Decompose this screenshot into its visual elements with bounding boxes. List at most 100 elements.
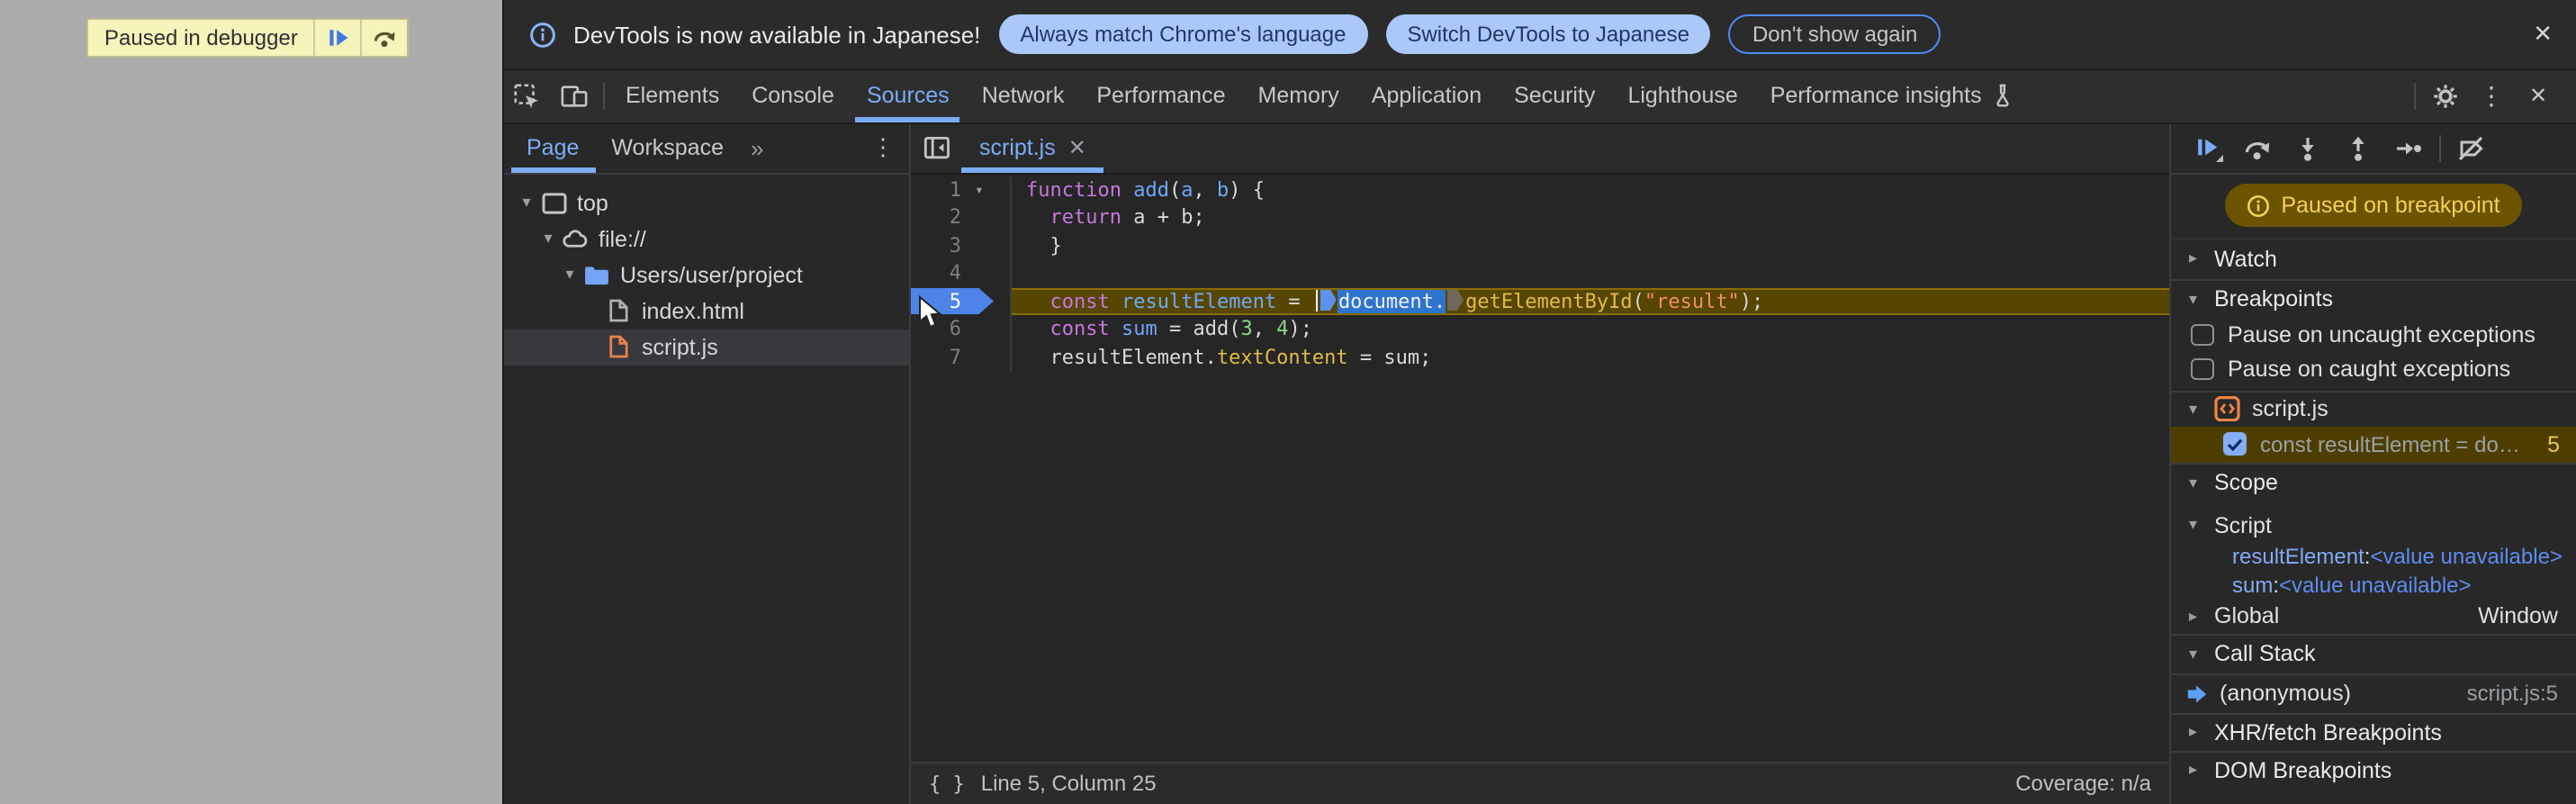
resume-button[interactable] — [2182, 123, 2232, 172]
line-number-gutter[interactable]: 4 — [911, 259, 1010, 287]
resume-dropdown-corner — [2216, 154, 2223, 161]
tree-item-top[interactable]: ▾ top — [503, 185, 909, 221]
pause-uncaught-exceptions-row[interactable]: Pause on uncaught exceptions — [2171, 318, 2576, 352]
code-editor[interactable]: 1 ▾ function add(a, b) {2 return a + b; 3 }… — [911, 174, 2169, 761]
expand-arrow-icon[interactable]: ▾ — [557, 265, 582, 285]
more-options-button[interactable]: ⋮ — [2468, 81, 2515, 112]
collapsed-arrow-icon: ▸ — [2189, 760, 2198, 778]
deactivate-breakpoints-button[interactable] — [2446, 123, 2497, 172]
tree-item-file-scheme[interactable]: ▾ file:// — [503, 221, 909, 257]
close-tab-icon[interactable]: ✕ — [1068, 135, 1086, 160]
cloud-icon — [561, 226, 590, 251]
navigator-menu-icon[interactable]: ⋮ — [871, 123, 909, 172]
call-stack-frame[interactable]: (anonymous) script.js:5 — [2171, 673, 2576, 712]
navigator-more-tabs-icon[interactable]: » — [740, 123, 774, 172]
paused-in-debugger-banner: Paused in debugger — [86, 18, 410, 58]
deactivate-breakpoints-icon — [2458, 135, 2483, 160]
tree-item-project-folder[interactable]: ▾ Users/user/project — [503, 257, 909, 293]
section-breakpoints[interactable]: ▾ Breakpoints — [2171, 278, 2576, 318]
code-line-text[interactable]: return a + b; — [1010, 203, 2169, 231]
always-match-language-button[interactable]: Always match Chrome's language — [998, 14, 1368, 54]
code-line-text[interactable]: const resultElement = document. getElemen… — [1010, 287, 2169, 315]
section-watch[interactable]: ▸ Watch — [2171, 239, 2576, 278]
tab-performance-insights[interactable]: Performance insights — [1754, 70, 2031, 122]
tab-sources[interactable]: Sources — [851, 70, 966, 122]
code-line-text[interactable]: const sum = add(3, 4); — [1010, 315, 2169, 343]
devtools-tabbar: Elements Console Sources Network Perform… — [503, 70, 2576, 123]
editor-tab-script-js[interactable]: script.js ✕ — [961, 123, 1105, 172]
collapsed-arrow-icon: ▸ — [2189, 606, 2198, 624]
fold-arrow-icon[interactable]: ▾ — [961, 176, 997, 203]
line-number-gutter[interactable]: 7 — [911, 343, 1010, 371]
inspect-element-button[interactable] — [503, 70, 550, 122]
code-token: const — [1049, 317, 1110, 340]
breakpoint-entry[interactable]: const resultElement = doc… 5 — [2171, 426, 2576, 462]
toggle-navigator-button[interactable] — [911, 123, 961, 172]
code-token: "result" — [1644, 289, 1740, 312]
scope-variable[interactable]: sum: <value unavailable> — [2171, 570, 2576, 599]
gear-icon — [2433, 84, 2456, 108]
navigator-tab-workspace[interactable]: Workspace — [595, 123, 740, 172]
code-line-text[interactable]: resultElement.textContent = sum; — [1010, 343, 2169, 371]
section-scope[interactable]: ▾ Scope — [2171, 462, 2576, 501]
breakpoint-file-group[interactable]: ▾ script.js — [2171, 390, 2576, 426]
line-number-gutter[interactable]: 3 — [911, 231, 1010, 259]
checkbox-checked[interactable] — [2223, 432, 2246, 456]
section-dom-breakpoints[interactable]: ▸ DOM Breakpoints — [2171, 750, 2576, 788]
code-token: = add( — [1157, 317, 1241, 340]
step-icon — [2397, 141, 2421, 154]
scope-script-group[interactable]: ▾ Script — [2171, 509, 2576, 541]
tab-memory[interactable]: Memory — [1242, 70, 1356, 122]
resume-script-button[interactable] — [313, 20, 361, 56]
code-line-text[interactable]: } — [1010, 231, 2169, 259]
step-into-button[interactable] — [2283, 123, 2333, 172]
expand-arrow-icon[interactable]: ▾ — [514, 193, 539, 212]
section-call-stack[interactable]: ▾ Call Stack — [2171, 633, 2576, 673]
code-line-text[interactable] — [1010, 259, 2169, 287]
tab-security[interactable]: Security — [1498, 70, 1611, 122]
step-button[interactable] — [2383, 123, 2434, 172]
switch-to-japanese-button[interactable]: Switch DevTools to Japanese — [1385, 14, 1711, 54]
breakpoint-snippet: const resultElement = doc… — [2260, 431, 2526, 456]
frame-location: script.js:5 — [2466, 681, 2558, 706]
code-token: ); — [1288, 317, 1312, 340]
device-toolbar-button[interactable] — [550, 70, 597, 122]
tab-elements[interactable]: Elements — [609, 70, 735, 122]
infobar-close-icon[interactable]: ✕ — [2533, 20, 2553, 49]
section-xhr-breakpoints[interactable]: ▸ XHR/fetch Breakpoints — [2171, 712, 2576, 750]
tab-lighthouse[interactable]: Lighthouse — [1611, 70, 1753, 122]
step-out-button[interactable] — [2333, 123, 2383, 172]
tab-application[interactable]: Application — [1356, 70, 1498, 122]
pause-caught-exceptions-row[interactable]: Pause on caught exceptions — [2171, 352, 2576, 386]
close-devtools-button[interactable]: ✕ — [2515, 84, 2562, 109]
scope-global-group[interactable]: ▸ Global Window — [2171, 599, 2576, 633]
scope-variable[interactable]: resultElement: <value unavailable> — [2171, 541, 2576, 570]
expand-arrow-icon[interactable]: ▾ — [536, 229, 561, 248]
settings-button[interactable] — [2421, 83, 2468, 110]
code-token: ) { — [1229, 177, 1265, 201]
step-over-button[interactable] — [2232, 123, 2283, 172]
tab-network[interactable]: Network — [966, 70, 1081, 122]
tree-item-script-js[interactable]: script.js — [503, 329, 909, 365]
checkbox-unchecked[interactable] — [2191, 357, 2213, 381]
dont-show-again-button[interactable]: Don't show again — [1728, 14, 1941, 54]
frame-icon — [539, 190, 568, 215]
step-over-banner-button[interactable] — [360, 20, 408, 56]
tree-item-index-html[interactable]: index.html — [503, 293, 909, 329]
code-line-text[interactable]: function add(a, b) { — [1010, 176, 2169, 203]
code-token: } — [1026, 233, 1062, 257]
tab-console[interactable]: Console — [735, 70, 851, 122]
inline-step-marker-grey-icon[interactable] — [1447, 289, 1464, 311]
code-token: a — [1181, 177, 1193, 201]
pretty-print-icon[interactable]: { } — [929, 772, 965, 795]
line-number-gutter[interactable]: 2 — [911, 203, 1010, 231]
checkbox-unchecked[interactable] — [2191, 323, 2213, 347]
line-number-gutter[interactable]: 1 ▾ — [911, 176, 1010, 203]
tab-performance[interactable]: Performance — [1080, 70, 1241, 122]
html-file-icon — [604, 298, 633, 323]
navigator-tab-page[interactable]: Page — [510, 123, 596, 172]
inline-step-marker-blue-icon[interactable] — [1320, 289, 1337, 311]
coverage-label: Coverage: n/a — [2015, 771, 2151, 796]
